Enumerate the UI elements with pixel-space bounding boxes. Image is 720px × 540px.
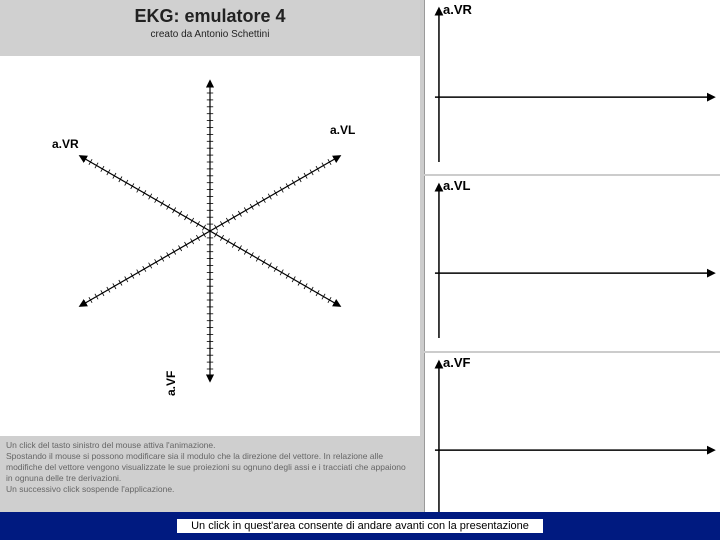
footer-advance-area[interactable]: Un click in quest'area consente di andar… (0, 512, 720, 540)
lead-panel-avr: a.VR (424, 0, 720, 174)
instructions-panel: Un click del tasto sinistro del mouse at… (0, 436, 420, 512)
lead-label-avl: a.VL (443, 178, 470, 193)
leads-column: a.VR a.VL a.VF (424, 0, 720, 512)
app-title: EKG: emulatore 4 (0, 6, 420, 27)
app-subtitle: creato da Antonio Schettini (0, 29, 420, 40)
instruction-line-1: Un click del tasto sinistro del mouse at… (6, 440, 414, 451)
main-axes-panel[interactable]: a.VR a.VL a.VF (0, 56, 420, 436)
hexaxial-diagram: a.VR a.VL a.VF (0, 56, 420, 436)
lead-panel-avf: a.VF (424, 353, 720, 527)
instruction-line-3: Un successivo click sospende l'applicazi… (6, 484, 414, 495)
axis-label-avr: a.VR (52, 137, 79, 151)
lead-panel-avl: a.VL (424, 176, 720, 350)
header: EKG: emulatore 4 creato da Antonio Schet… (0, 0, 420, 56)
instruction-line-2: Spostando il mouse si possono modificare… (6, 451, 414, 484)
axis-label-avl: a.VL (330, 123, 355, 137)
footer-text: Un click in quest'area consente di andar… (177, 519, 543, 533)
lead-label-avf: a.VF (443, 355, 470, 370)
lead-label-avr: a.VR (443, 2, 472, 17)
axis-label-avf: a.VF (164, 371, 178, 396)
